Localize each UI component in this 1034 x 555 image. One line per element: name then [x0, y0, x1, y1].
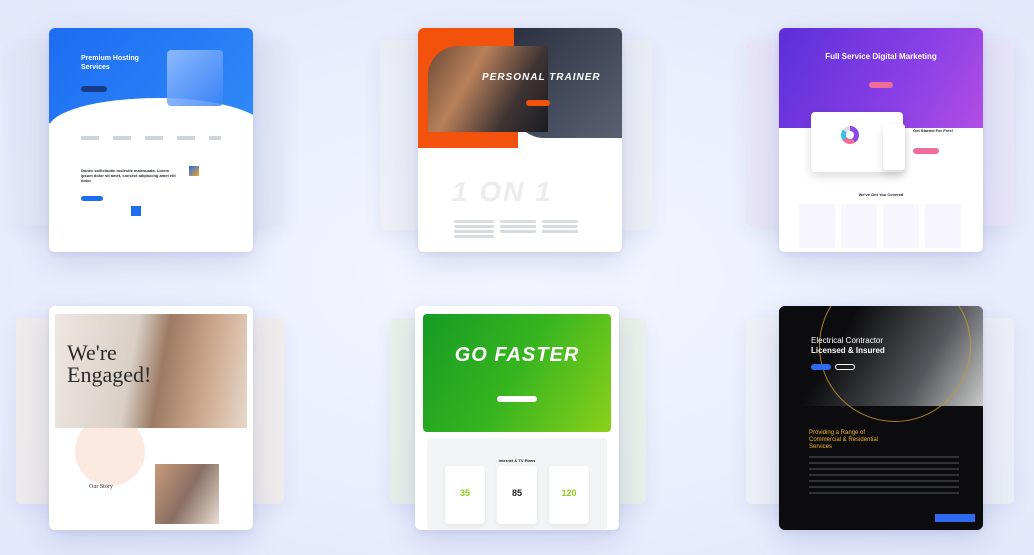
- layout-card-personal-trainer[interactable]: PERSONAL TRAINER 1 ON 1: [418, 28, 622, 252]
- page-title: We're Engaged!: [67, 340, 152, 387]
- service-list: [809, 456, 959, 496]
- page-title: GO FASTER: [454, 344, 580, 366]
- hero-section: [423, 314, 611, 432]
- text-column: [454, 218, 494, 240]
- cta-button[interactable]: [935, 514, 975, 522]
- layout-pack-showcase: Premium Hosting Services Donec sollicitu…: [0, 0, 1034, 555]
- logo-row: [81, 136, 221, 140]
- hero-button-secondary[interactable]: [835, 364, 855, 370]
- price-value: 85: [511, 488, 522, 498]
- cta-button[interactable]: [81, 196, 103, 201]
- story-photo: [155, 464, 219, 524]
- price-value: 35: [459, 488, 470, 498]
- price-card: 85: [497, 466, 537, 524]
- page-title: Electrical Contractor Licensed & Insured: [811, 336, 885, 356]
- price-value: 120: [561, 488, 577, 498]
- hero-button[interactable]: [497, 396, 537, 402]
- hero-button[interactable]: [869, 82, 893, 88]
- cta-heading: Get Started For Free!: [913, 128, 954, 133]
- phone-mockup: [883, 124, 905, 170]
- section-heading: 1 ON 1: [452, 176, 553, 207]
- hero-photo: [428, 46, 548, 132]
- title-line-2: Licensed & Insured: [811, 346, 885, 355]
- section-heading: Internet & TV Plans: [498, 458, 536, 463]
- price-card: 120: [549, 466, 589, 524]
- text-column: [542, 218, 578, 235]
- layout-card-premium-hosting[interactable]: Premium Hosting Services Donec sollicitu…: [49, 28, 253, 252]
- section-heading: Providing a Range of Commercial & Reside…: [809, 430, 879, 450]
- layout-card-digital-marketing[interactable]: Full Service Digital Marketing Get Start…: [779, 28, 983, 252]
- page-title: PERSONAL TRAINER: [482, 72, 601, 83]
- section-heading: We've Got You Covered: [858, 192, 904, 197]
- hero-button[interactable]: [811, 364, 831, 370]
- feature-icon: [131, 206, 141, 216]
- section-heading: Our Story: [89, 484, 113, 490]
- chart-icon: [841, 126, 859, 144]
- page-title: Full Service Digital Marketing: [825, 52, 937, 61]
- title-line-1: Electrical Contractor: [811, 336, 884, 345]
- layout-card-wedding[interactable]: We're Engaged! Our Story: [49, 306, 253, 530]
- text-column: [500, 218, 536, 235]
- hero-button[interactable]: [526, 100, 550, 106]
- page-title: Premium Hosting Services: [81, 55, 139, 71]
- service-grid: [799, 204, 963, 248]
- price-card: 35: [445, 466, 485, 524]
- layout-card-electrical-contractor[interactable]: Electrical Contractor Licensed & Insured…: [779, 306, 983, 530]
- section-heading: Donec sollicitudin molestie malesuada. L…: [81, 168, 176, 183]
- feature-icon: [189, 166, 199, 176]
- cta-button[interactable]: [913, 148, 939, 154]
- server-illustration: [167, 50, 223, 106]
- layout-card-isp[interactable]: GO FASTER Internet & TV Plans 35 85 120: [415, 306, 619, 530]
- hero-button[interactable]: [81, 86, 107, 92]
